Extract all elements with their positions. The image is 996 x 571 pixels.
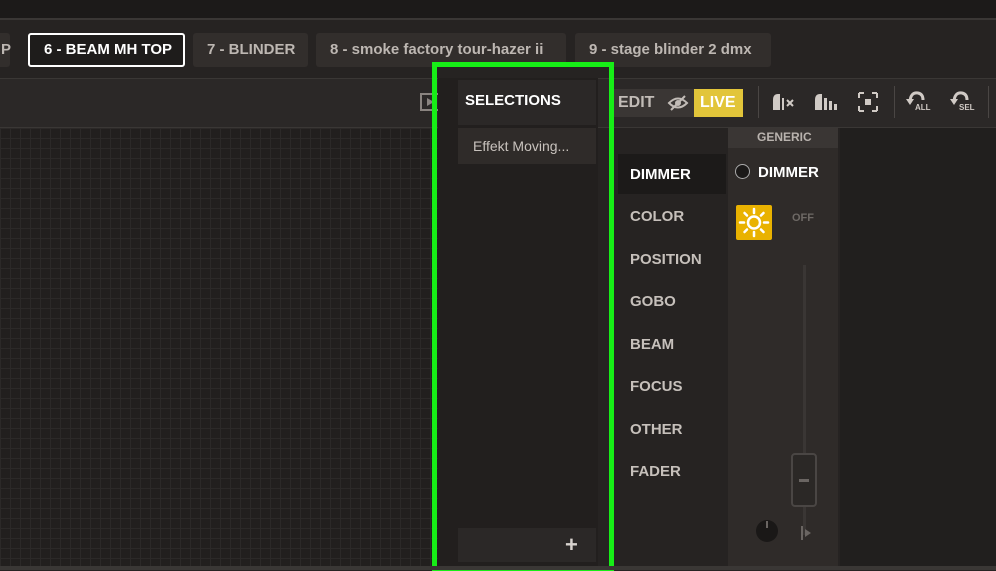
fader-handle[interactable]	[791, 453, 817, 507]
category-focus[interactable]: FOCUS	[630, 378, 683, 395]
undo-selection-icon[interactable]: SEL	[950, 89, 978, 117]
highlight-box	[432, 62, 614, 571]
undo-all-icon[interactable]: ALL	[906, 89, 934, 117]
sun-icon[interactable]	[736, 205, 772, 240]
layout-grid-canvas[interactable]	[0, 128, 440, 568]
right-panel	[840, 128, 996, 568]
category-color[interactable]: COLOR	[630, 208, 684, 225]
tab-beam-mh-top[interactable]: 6 - BEAM MH TOP	[28, 33, 185, 67]
category-other[interactable]: OTHER	[630, 421, 683, 438]
undo-selection-label: SEL	[959, 103, 975, 112]
divider	[894, 86, 895, 118]
dimmer-state: OFF	[792, 212, 814, 224]
dimmer-radio[interactable]	[735, 164, 750, 179]
category-position[interactable]: POSITION	[630, 251, 702, 268]
fixture-group-icon[interactable]	[812, 90, 840, 119]
category-fader[interactable]: FADER	[630, 463, 681, 480]
tab-p[interactable]: P	[0, 33, 11, 67]
generic-channel-panel	[728, 128, 838, 566]
divider	[758, 86, 759, 118]
dimmer-channel-label: DIMMER	[758, 164, 819, 181]
knob-indicator	[766, 521, 768, 528]
undo-all-label: ALL	[915, 103, 931, 112]
mute-fixture-icon[interactable]	[770, 90, 798, 119]
live-label: LIVE	[700, 94, 736, 111]
play-arrow-icon[interactable]	[800, 524, 814, 547]
hide-eye-icon[interactable]	[662, 89, 694, 117]
tab-blinder[interactable]: 7 - BLINDER	[193, 33, 308, 67]
generic-title: GENERIC	[757, 130, 812, 144]
bottom-border	[0, 566, 996, 570]
rotary-knob[interactable]	[756, 520, 778, 542]
category-beam[interactable]: BEAM	[630, 336, 674, 353]
fader-grip	[799, 479, 809, 482]
title-strip	[0, 0, 996, 18]
select-area-icon[interactable]	[856, 90, 880, 119]
category-dimmer[interactable]: DIMMER	[630, 166, 691, 183]
edit-label: EDIT	[618, 94, 655, 111]
divider	[988, 86, 989, 118]
category-gobo[interactable]: GOBO	[630, 293, 676, 310]
